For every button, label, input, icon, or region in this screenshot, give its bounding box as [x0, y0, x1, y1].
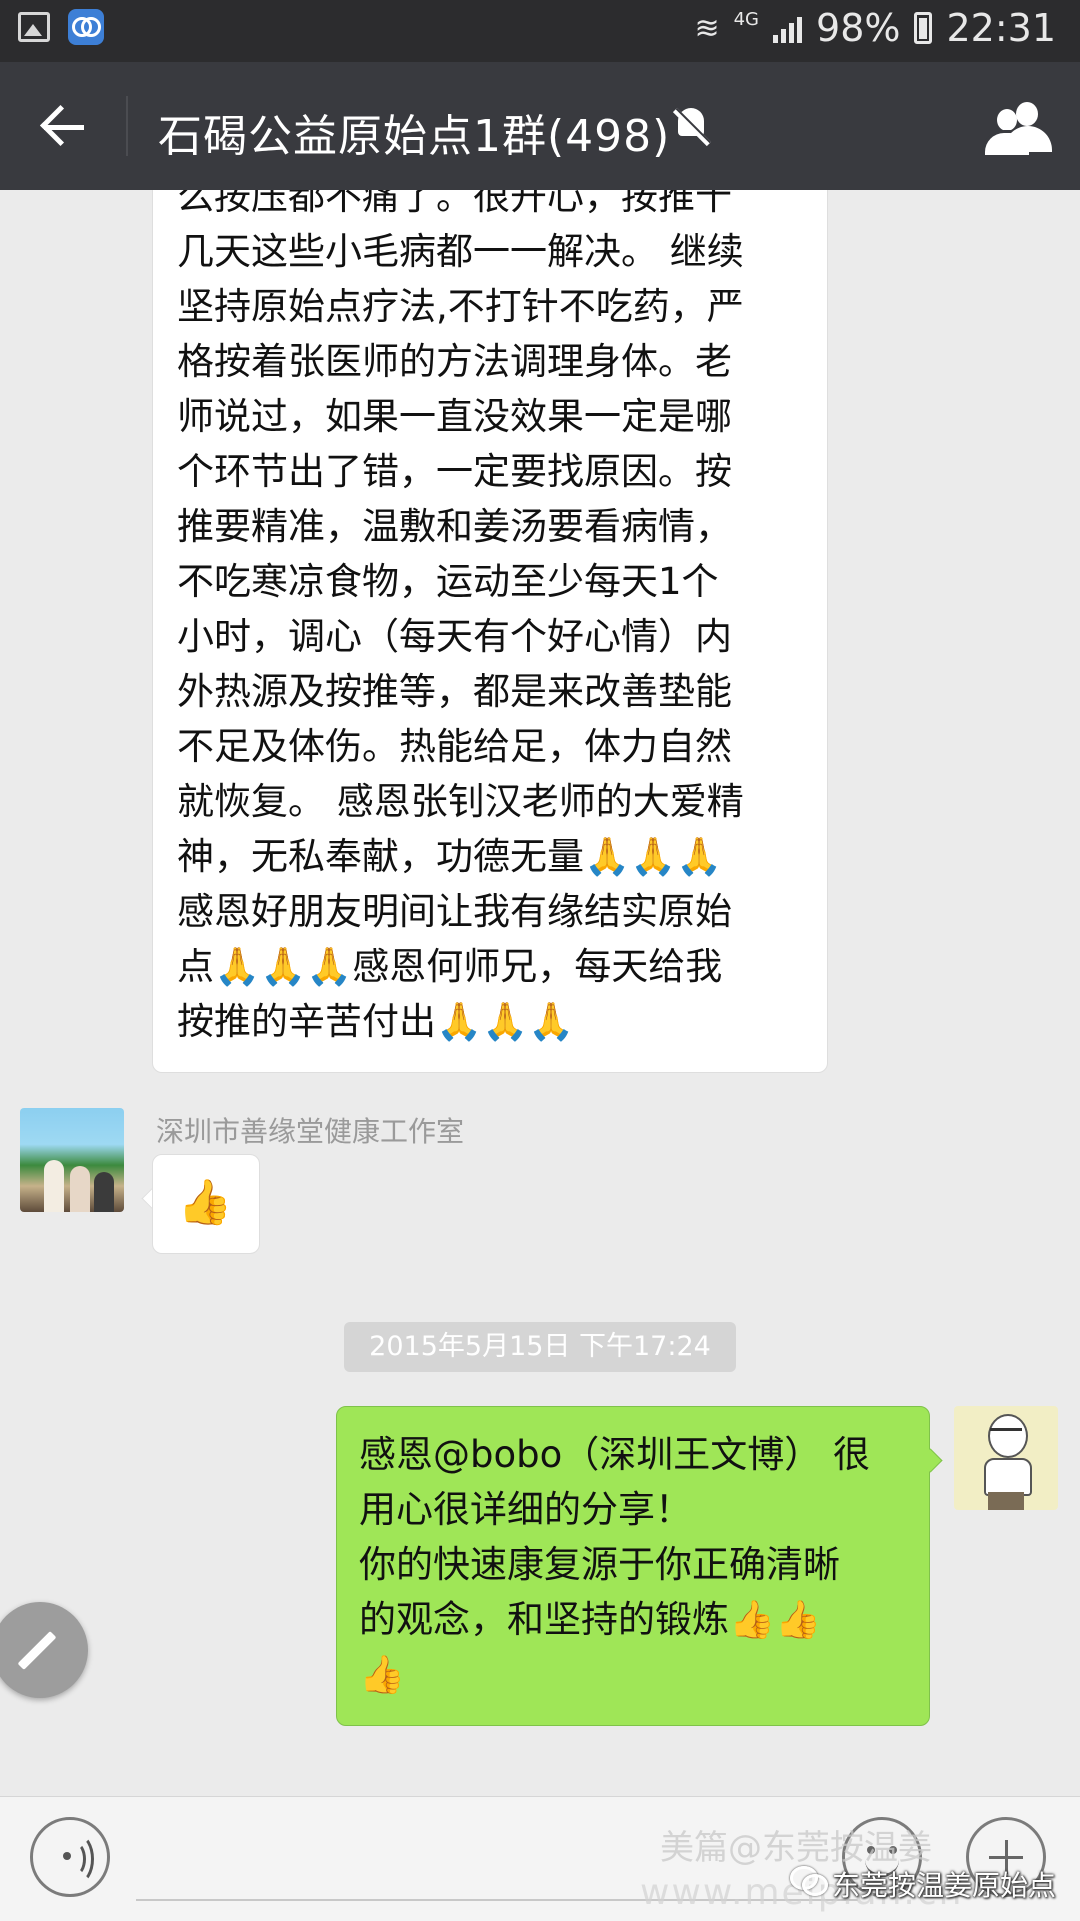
thumbs-up-emoji: 👍 — [177, 1177, 233, 1228]
wifi-icon: ≋ — [694, 10, 720, 46]
message-line: 感恩@bobo（深圳王文博） 很 — [359, 1433, 871, 1476]
chat-title: 石碣公益原始点1群(498) — [158, 111, 671, 162]
message-line: 格按着张医师的方法调理身体。老 — [177, 340, 732, 383]
message-line: 就恢复。 感恩张钊汉老师的大爱精 — [177, 780, 744, 823]
message-line: 神，无私奉献，功德无量🙏🙏🙏 — [177, 835, 723, 878]
message-line: 推要精准，温敷和姜汤要看病情， — [177, 505, 732, 548]
message-line: 你的快速康复源于你正确清晰 — [359, 1543, 840, 1586]
watermark-faint: 美篇@东莞按温姜 — [660, 1828, 932, 1868]
edit-floating-button[interactable] — [0, 1602, 88, 1698]
notification-icons — [18, 9, 104, 45]
message-line: 坚持原始点疗法,不打针不吃药，严 — [177, 285, 744, 328]
message-timestamp: 2015年5月15日 下午17:24 — [344, 1322, 736, 1372]
message-line: 按推的辛苦付出🙏🙏🙏 — [177, 1000, 575, 1043]
message-line: 师说过，如果一直没效果一定是哪 — [177, 395, 732, 438]
message-line: 的观念，和坚持的锻炼👍👍 — [359, 1598, 822, 1641]
header-divider — [126, 96, 128, 156]
gallery-notification-icon — [18, 12, 50, 42]
group-members-icon[interactable] — [982, 102, 1052, 155]
pencil-icon — [17, 1631, 57, 1670]
bell-off-icon — [670, 104, 714, 148]
outgoing-message[interactable]: 感恩@bobo（深圳王文博） 很 用心很详细的分享！ 你的快速康复源于你正确清晰… — [336, 1406, 930, 1726]
network-type: 4G — [733, 8, 760, 30]
voice-icon[interactable] — [30, 1817, 110, 1897]
my-avatar[interactable] — [954, 1406, 1058, 1510]
incoming-message-thumbs[interactable]: 👍 — [152, 1154, 260, 1254]
message-line: 不吃寒凉食物，运动至少每天1个 — [177, 560, 719, 603]
message-line: 👍 — [359, 1653, 406, 1696]
message-line: 个环节出了错，一定要找原因。按 — [177, 450, 732, 493]
clock: 22:31 — [946, 6, 1056, 50]
watermark-account: 东莞按温姜原始点 — [832, 1869, 1057, 1902]
message-line: 外热源及按推等，都是来改善垫能 — [177, 670, 732, 713]
message-line: 小时，调心（每天有个好心情）内 — [177, 615, 732, 658]
battery-percent: 98% — [816, 6, 901, 50]
chat-area[interactable]: 么按压都不痛了。很开心，按推十 几天这些小毛病都一一解决。 继续 坚持原始点疗法… — [0, 190, 1080, 1796]
sender-avatar[interactable] — [20, 1108, 124, 1212]
app-notification-icon — [68, 9, 104, 45]
wechat-logo-icon — [790, 1866, 828, 1896]
sender-name: 深圳市善缘堂健康工作室 — [156, 1115, 465, 1148]
incoming-message-long[interactable]: 么按压都不痛了。很开心，按推十 几天这些小毛病都一一解决。 继续 坚持原始点疗法… — [152, 190, 828, 1073]
battery-icon — [914, 12, 933, 44]
signal-icon — [773, 13, 803, 43]
message-line: 用心很详细的分享！ — [359, 1488, 692, 1531]
message-line: 不足及体伤。热能给足，体力自然 — [177, 725, 732, 768]
status-right: ≋ 4G 98% 22:31 — [694, 6, 1056, 50]
message-line: 点🙏🙏🙏感恩何师兄，每天给我 — [177, 945, 723, 988]
message-line: 几天这些小毛病都一一解决。 继续 — [177, 230, 744, 273]
status-bar: ≋ 4G 98% 22:31 — [0, 0, 1080, 62]
back-arrow-icon[interactable] — [40, 102, 90, 152]
message-line: 感恩好朋友明间让我有缘结实原始 — [177, 890, 732, 933]
message-line: 么按压都不痛了。很开心，按推十 — [177, 190, 732, 218]
chat-header: 石碣公益原始点1群(498) — [0, 62, 1080, 190]
